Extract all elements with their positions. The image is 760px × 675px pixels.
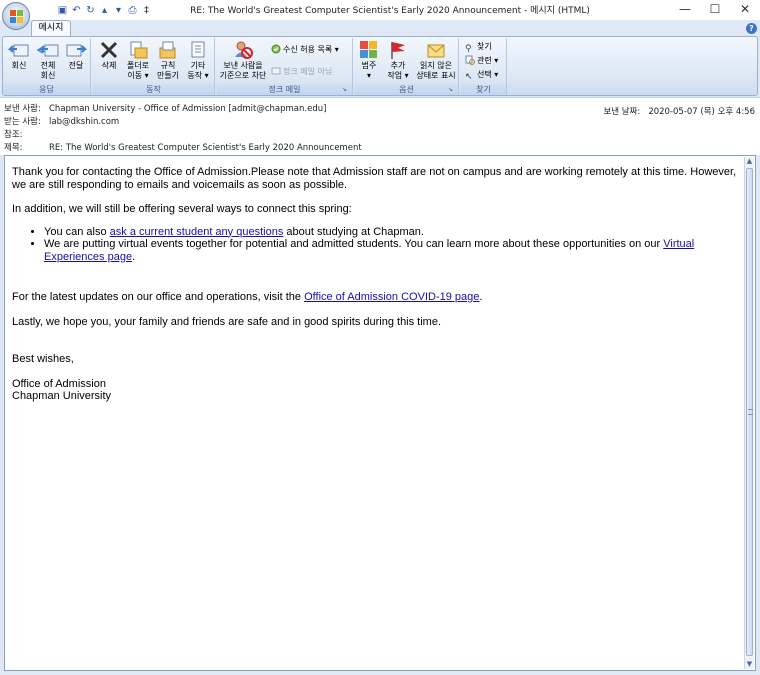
delete-button[interactable]: 삭제 [96, 40, 122, 71]
group-label-respond: 응답 [3, 84, 90, 95]
undo-icon[interactable]: ↶ [71, 5, 82, 16]
body-paragraph-1: Thank you for contacting the Office of A… [12, 166, 737, 191]
signature-line-1: Office of Admission [12, 377, 106, 390]
print-preview-icon[interactable]: ⎙ [127, 5, 138, 16]
help-icon[interactable]: ? [746, 23, 757, 34]
sent-value: 2020-05-07 (목) 오후 4:56 [648, 107, 755, 117]
scroll-up-icon[interactable]: ▲ [745, 157, 754, 166]
cc-row: 참조: [4, 129, 49, 141]
message-content: Thank you for contacting the Office of A… [12, 166, 737, 403]
list-item: We are putting virtual events together f… [44, 238, 737, 263]
vertical-scrollbar[interactable]: ▲ ▼ [744, 157, 754, 669]
message-body[interactable]: Thank you for contacting the Office of A… [4, 155, 756, 671]
close-button[interactable]: ✕ [730, 0, 760, 18]
body-paragraph-4: Lastly, we hope you, your family and fri… [12, 315, 442, 328]
group-label-actions: 동작 [93, 84, 214, 95]
group-junk-mail: 보낸 사람을 기준으로 차단 수신 허용 목록 ▾ 정크 메일 아님 정크 메일… [217, 38, 353, 95]
junk-dialog-launcher-icon[interactable]: ↘ [342, 86, 350, 94]
other-actions-icon [191, 41, 205, 58]
other-actions-button[interactable]: 기타 동작 ▾ [183, 40, 213, 81]
group-actions: 삭제 폴더로 이동 ▾ 규칙 만들기 기타 동작 ▾ 동작 [93, 38, 215, 95]
follow-up-flag-icon [391, 42, 405, 59]
scroll-thumb[interactable] [746, 168, 753, 656]
maximize-button[interactable]: ☐ [700, 0, 730, 18]
safe-list-icon [271, 44, 281, 54]
ribbon: 회신 전체 회신 전달 응답 삭제 폴더로 이동 ▾ 규칙 만들기 기타 동작 … [2, 36, 758, 96]
subject-label: 제목: [4, 143, 23, 153]
office-logo-icon [10, 10, 23, 23]
cc-label: 참조: [4, 130, 23, 140]
closing-text: Best wishes, [12, 353, 74, 365]
group-label-find: 찾기 [461, 84, 506, 95]
customize-toolbar-icon[interactable]: ‡ [141, 5, 152, 16]
block-sender-icon [235, 41, 253, 59]
mark-unread-icon [427, 44, 445, 58]
save-icon[interactable]: ▣ [57, 5, 68, 16]
delete-icon [100, 41, 118, 59]
sent-label: 보낸 날짜: [603, 107, 641, 117]
signature-line-2: Chapman University [12, 390, 112, 402]
find-button[interactable]: ⚲ 찾기 [465, 41, 492, 54]
subject-value: RE: The World's Greatest Computer Scient… [49, 143, 362, 153]
reply-all-button[interactable]: 전체 회신 [33, 40, 63, 81]
body-paragraph-2: In addition, we will still be offering s… [12, 203, 352, 215]
forward-button[interactable]: 전달 [63, 40, 89, 71]
ribbon-tab-row: 메시지 ? [0, 20, 760, 37]
move-to-folder-button[interactable]: 폴더로 이동 ▾ [123, 40, 153, 81]
categorize-button[interactable]: 범주 ▾ [356, 40, 382, 81]
related-icon [465, 55, 475, 65]
next-item-icon[interactable]: ▾ [113, 5, 124, 16]
forward-icon [66, 44, 87, 57]
from-label: 보낸 사람: [4, 104, 41, 114]
reply-icon [8, 44, 29, 57]
group-label-options: 옵션 [355, 84, 458, 95]
follow-up-button[interactable]: 추가 작업 ▾ [383, 40, 413, 81]
related-button[interactable]: 관련 ▾ [465, 55, 498, 67]
select-button[interactable]: ↖ 선택 ▾ [465, 69, 498, 82]
safe-list-button[interactable]: 수신 허용 목록 ▾ [271, 44, 339, 56]
sent-row: 보낸 날짜: 2020-05-07 (목) 오후 4:56 [603, 105, 755, 117]
options-dialog-launcher-icon[interactable]: ↘ [448, 86, 456, 94]
body-bullet-list: You can also ask a current student any q… [44, 226, 737, 264]
subject-row: 제목: RE: The World's Greatest Computer Sci… [4, 142, 362, 154]
create-rule-button[interactable]: 규칙 만들기 [154, 40, 182, 81]
categorize-icon [360, 41, 377, 58]
binoculars-icon: ⚲ [465, 44, 472, 54]
body-paragraph-3: For the latest updates on our office and… [12, 291, 483, 303]
office-button[interactable] [2, 2, 30, 30]
group-find: ⚲ 찾기 관련 ▾ ↖ 선택 ▾ 찾기 [461, 38, 507, 95]
from-row: 보낸 사람: Chapman University - Office of Adm… [4, 103, 326, 115]
window-title: RE: The World's Greatest Computer Scient… [190, 6, 590, 16]
group-options: 범주 ▾ 추가 작업 ▾ 읽지 않은 상태로 표시 옵션 ↘ [355, 38, 459, 95]
covid-page-link[interactable]: Office of Admission COVID-19 page [304, 291, 479, 303]
to-label: 받는 사람: [4, 117, 41, 127]
list-item: You can also ask a current student any q… [44, 226, 737, 239]
scroll-down-icon[interactable]: ▼ [745, 660, 754, 669]
to-value[interactable]: lab@dkshin.com [49, 117, 119, 127]
from-value[interactable]: Chapman University - Office of Admission… [49, 104, 326, 114]
group-respond: 회신 전체 회신 전달 응답 [3, 38, 91, 95]
not-junk-button[interactable]: 정크 메일 아님 [271, 66, 332, 78]
mark-unread-button[interactable]: 읽지 않은 상태로 표시 [413, 40, 459, 81]
redo-icon[interactable]: ↻ [85, 5, 96, 16]
cursor-icon: ↖ [465, 72, 473, 82]
reply-all-icon [37, 44, 59, 57]
move-folder-icon [130, 41, 148, 59]
block-sender-button[interactable]: 보낸 사람을 기준으로 차단 [217, 40, 269, 81]
ask-student-link[interactable]: ask a current student any questions [110, 226, 284, 238]
rule-icon [159, 41, 176, 59]
group-label-junk-mail: 정크 메일 [217, 84, 352, 95]
tab-message[interactable]: 메시지 [31, 20, 71, 37]
to-row: 받는 사람: lab@dkshin.com [4, 116, 119, 128]
reply-button[interactable]: 회신 [6, 40, 32, 71]
quick-access-toolbar: ▣ ↶ ↻ ▴ ▾ ⎙ ‡ [34, 3, 152, 17]
title-bar: ▣ ↶ ↻ ▴ ▾ ⎙ ‡ RE: The World's Greatest C… [0, 0, 760, 30]
minimize-button[interactable]: — [670, 0, 700, 18]
message-header: 보낸 사람: Chapman University - Office of Adm… [0, 97, 760, 155]
previous-item-icon[interactable]: ▴ [99, 5, 110, 16]
grip-icon [748, 409, 753, 415]
not-junk-icon [271, 67, 281, 75]
